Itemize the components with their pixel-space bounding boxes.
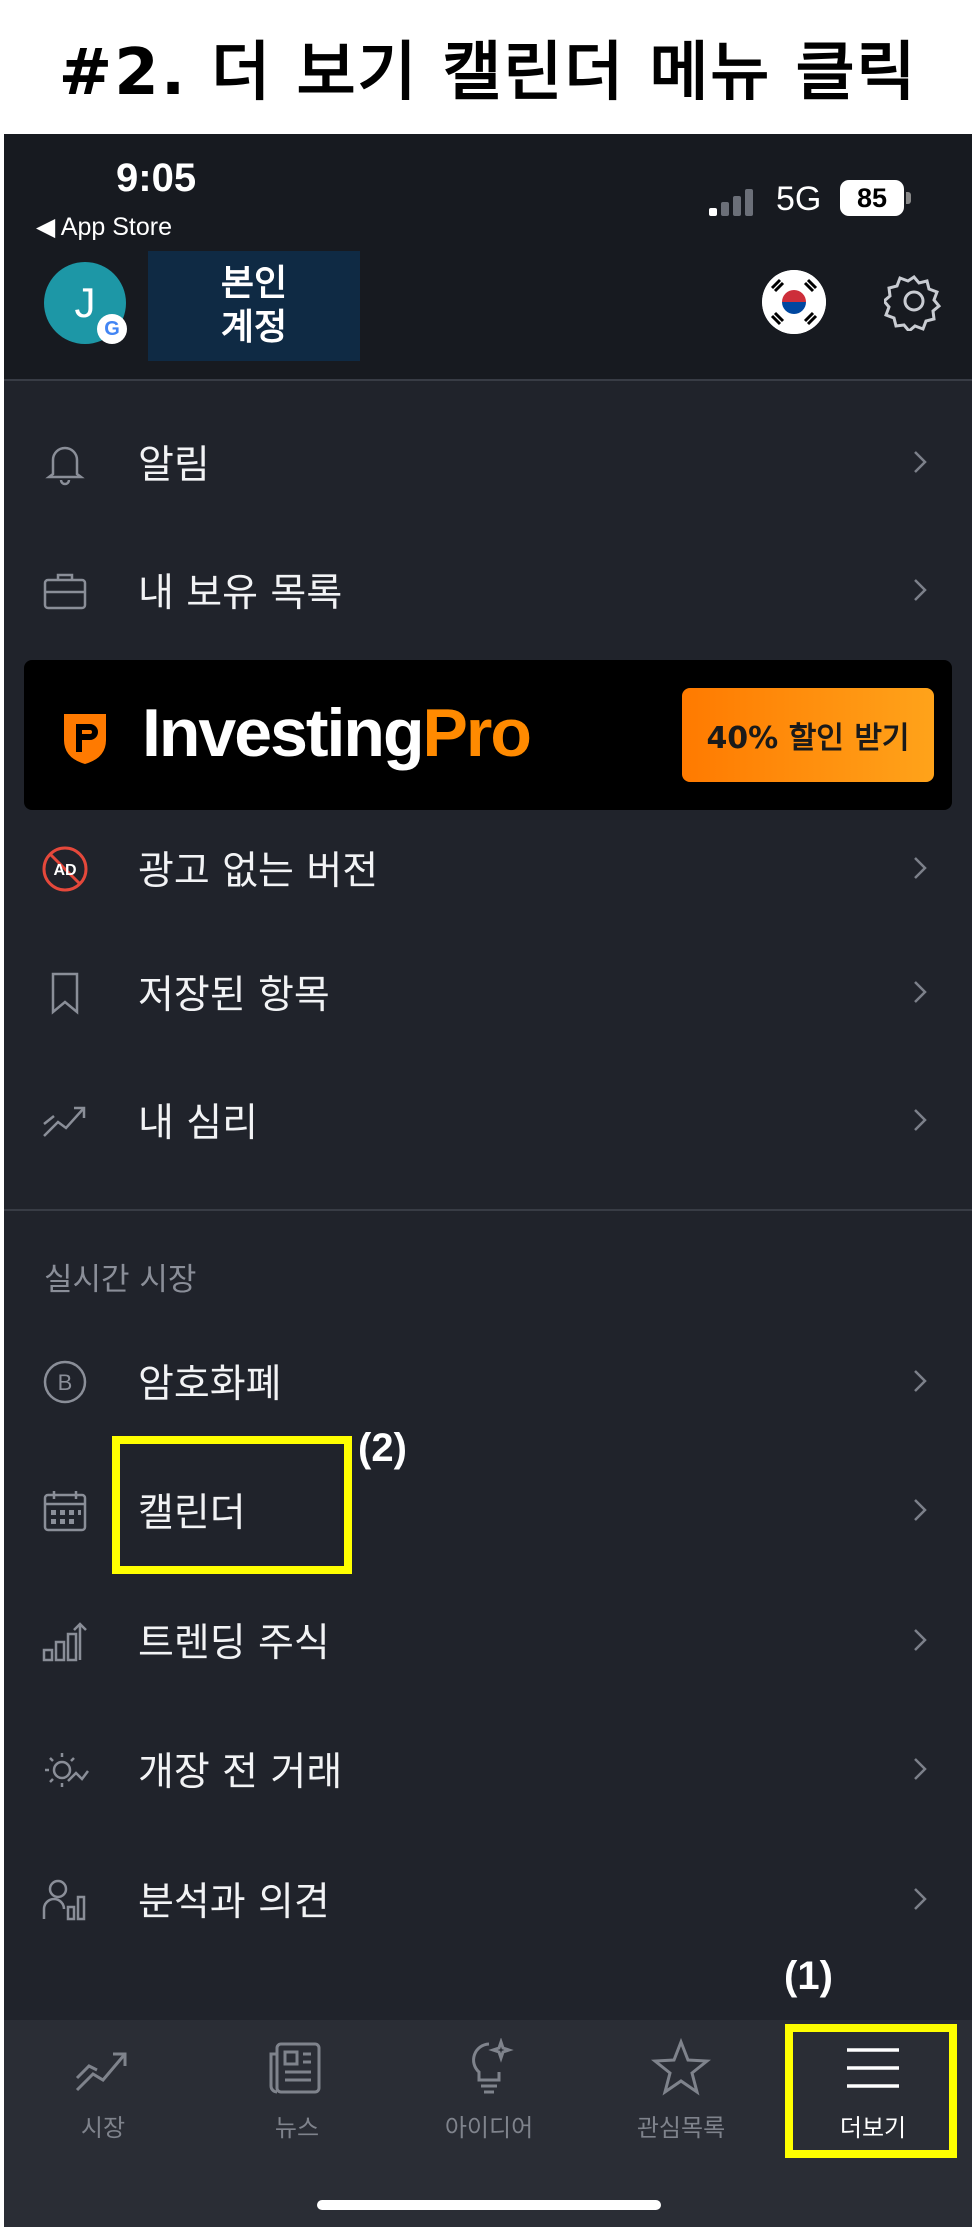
tab-label: 시장 <box>80 2114 126 2142</box>
calendar-highlight-box <box>112 1436 352 1574</box>
account-label-line2: 계정 <box>220 307 288 348</box>
chevron-right-icon <box>914 1499 927 1521</box>
menu-item-sentiment[interactable]: 내 심리 <box>4 1060 972 1180</box>
calendar-icon <box>43 1491 87 1532</box>
svg-text:B: B <box>58 1370 73 1395</box>
menu-item-label: 저장된 항목 <box>138 973 330 1018</box>
chevron-right-icon <box>914 1370 927 1392</box>
brand-pro: Pro <box>422 695 532 771</box>
tab-label: 관심목록 <box>636 2114 726 2142</box>
tab-watchlist[interactable]: 관심목록 <box>586 2020 776 2160</box>
tab-label: 아이디어 <box>444 2114 534 2142</box>
section-label: 실시간 시장 <box>44 1262 197 1298</box>
chevron-right-icon <box>914 579 927 601</box>
gear-icon[interactable] <box>881 271 944 334</box>
step-2-label: (2) <box>358 1426 407 1470</box>
menu-item-saved[interactable]: 저장된 항목 <box>4 932 972 1052</box>
account-label[interactable]: 본인 계정 <box>148 251 360 361</box>
chevron-right-icon <box>914 981 927 1003</box>
menu-item-label: 광고 없는 버전 <box>138 849 379 894</box>
menu-item-alerts[interactable]: 알림 <box>4 402 972 522</box>
back-to-app-store-link[interactable]: ◀ App Store <box>36 212 172 242</box>
signal-icon <box>709 186 759 216</box>
menu-item-premarket[interactable]: 개장 전 거래 <box>4 1709 972 1829</box>
chevron-right-icon <box>914 857 927 879</box>
news-icon <box>269 2042 321 2094</box>
menu-item-label: 트렌딩 주식 <box>138 1621 330 1666</box>
battery-tip <box>906 192 911 204</box>
menu-item-analysis[interactable]: 분석과 의견 <box>4 1839 972 1959</box>
home-indicator <box>317 2200 661 2210</box>
menu-item-ad-free[interactable]: AD 광고 없는 버전 <box>4 808 972 928</box>
menu-item-crypto[interactable]: B 암호화폐 <box>4 1321 972 1441</box>
chevron-right-icon <box>914 451 927 473</box>
menu-item-label: 암호화폐 <box>138 1362 282 1407</box>
menu-item-label: 내 심리 <box>138 1101 259 1146</box>
svg-text:AD: AD <box>53 862 76 879</box>
status-time: 9:05 <box>116 156 197 200</box>
header-divider <box>4 379 972 381</box>
discount-button[interactable]: 40% 할인 받기 <box>682 688 934 782</box>
menu-item-label: 개장 전 거래 <box>138 1750 343 1795</box>
investing-pro-brand: InvestingPro <box>142 694 532 772</box>
investing-pro-banner[interactable]: InvestingPro 40% 할인 받기 <box>24 660 952 810</box>
phone-screen: 9:05 ◀ App Store 5G 85 J G 본인 계정 알림 내 보유… <box>4 134 972 2227</box>
korea-flag-icon[interactable] <box>762 270 826 334</box>
trending-icon <box>42 1622 87 1662</box>
chevron-right-icon <box>914 1758 927 1780</box>
brand-main: Investing <box>142 695 424 771</box>
analysis-icon <box>42 1879 86 1921</box>
briefcase-icon <box>43 573 87 610</box>
menu-item-label: 내 보유 목록 <box>138 571 343 616</box>
menu-item-holdings[interactable]: 내 보유 목록 <box>4 530 972 650</box>
section-divider <box>4 1209 972 1211</box>
app-header: 9:05 ◀ App Store 5G 85 J G 본인 계정 <box>4 134 972 381</box>
sunrise-icon <box>45 1753 89 1787</box>
tab-ideas[interactable]: 아이디어 <box>394 2020 584 2160</box>
bell-icon <box>45 446 85 486</box>
tab-news[interactable]: 뉴스 <box>202 2020 392 2160</box>
more-tab-highlight-box <box>785 2024 957 2158</box>
step-1-label: (1) <box>784 1954 833 1998</box>
sentiment-chart-icon <box>43 1106 86 1137</box>
lightbulb-icon <box>472 2038 514 2094</box>
battery-icon: 85 <box>840 180 904 216</box>
chevron-right-icon <box>914 1888 927 1910</box>
account-label-line1: 본인 <box>220 263 288 304</box>
google-icon: G <box>97 314 127 344</box>
tab-label: 뉴스 <box>274 2114 320 2142</box>
chevron-right-icon <box>914 1109 927 1131</box>
bitcoin-icon: B <box>43 1360 87 1404</box>
tab-market[interactable]: 시장 <box>8 2020 198 2160</box>
menu-item-label: 알림 <box>138 443 210 488</box>
bookmark-icon <box>51 972 79 1015</box>
market-chart-icon <box>75 2052 127 2092</box>
no-ads-icon: AD <box>42 846 88 892</box>
star-icon <box>651 2038 711 2096</box>
page-title: #2. 더 보기 캘린더 메뉴 클릭 <box>58 36 918 110</box>
network-type: 5G <box>776 180 822 218</box>
chevron-right-icon <box>914 1629 927 1651</box>
menu-item-trending[interactable]: 트렌딩 주식 <box>4 1580 972 1700</box>
investing-pro-logo-icon <box>64 714 106 764</box>
menu-item-label: 분석과 의견 <box>138 1880 330 1925</box>
